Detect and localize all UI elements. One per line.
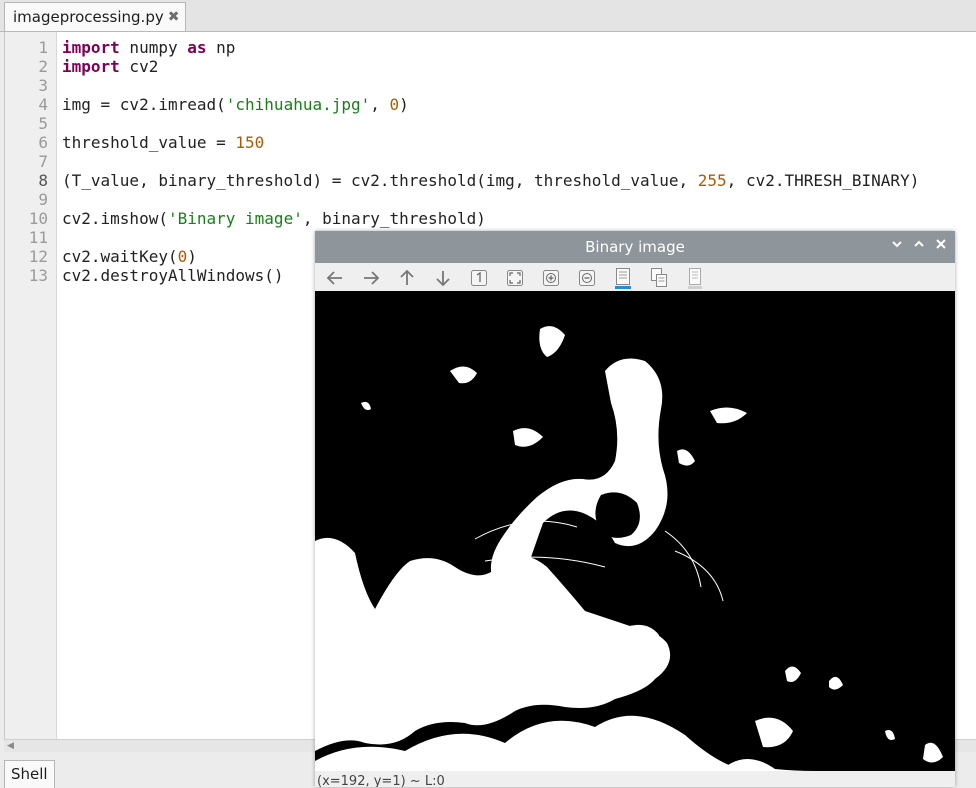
code-token: ) [187, 247, 197, 266]
line-number: 8 [38, 171, 48, 190]
code-line[interactable]: (T_value, binary_threshold) = cv2.thresh… [62, 171, 919, 190]
arrow-down-icon[interactable] [432, 267, 454, 289]
code-token: 255 [697, 171, 727, 190]
zoom-fit-icon[interactable] [468, 267, 490, 289]
arrow-left-icon[interactable] [324, 267, 346, 289]
code-token: 'Binary image' [167, 209, 303, 228]
code-token: img = cv2.imread( [62, 95, 226, 114]
code-token: np [206, 38, 236, 57]
window-title: Binary image [585, 238, 685, 256]
line-number: 2 [38, 57, 48, 76]
binary-image-window[interactable]: Binary image (x=192, y=1) ~ L:0 [315, 231, 955, 787]
line-number-gutter: 1 2 3 4 5 6 7 8 9 10 11 12 13 [5, 32, 57, 739]
code-token: import [62, 57, 120, 76]
maximize-icon[interactable] [911, 238, 927, 254]
code-token: cv2 [119, 57, 159, 76]
code-token: 150 [235, 133, 265, 152]
minimize-icon[interactable] [889, 238, 905, 254]
line-number: 13 [28, 266, 48, 285]
code-line[interactable]: cv2.imshow('Binary image', binary_thresh… [62, 209, 486, 228]
line-number: 11 [28, 228, 48, 247]
code-token: , [370, 95, 390, 114]
line-number: 9 [38, 190, 48, 209]
close-tab-icon[interactable]: ✖ [168, 9, 180, 25]
code-token: as [187, 38, 207, 57]
image-toolbar [315, 263, 955, 291]
line-number: 3 [38, 76, 48, 95]
line-number: 7 [38, 152, 48, 171]
code-token: , cv2.THRESH_BINARY) [726, 171, 920, 190]
zoom-original-icon[interactable] [504, 267, 526, 289]
shell-tab[interactable]: Shell [4, 760, 55, 788]
line-number: 5 [38, 114, 48, 133]
code-token: , binary_threshold) [302, 209, 486, 228]
arrow-up-icon[interactable] [396, 267, 418, 289]
code-token: threshold_value = [62, 133, 236, 152]
window-titlebar[interactable]: Binary image [315, 231, 955, 263]
code-line[interactable]: img = cv2.imread('chihuahua.jpg', 0) [62, 95, 409, 114]
image-status-bar: (x=192, y=1) ~ L:0 [315, 771, 955, 787]
zoom-in-icon[interactable] [540, 267, 562, 289]
line-number: 12 [28, 247, 48, 266]
binary-image-canvas[interactable] [315, 291, 955, 771]
zoom-out-icon[interactable] [576, 267, 598, 289]
arrow-right-icon[interactable] [360, 267, 382, 289]
binary-image-picture [315, 291, 955, 771]
line-number: 6 [38, 133, 48, 152]
code-line[interactable]: cv2.destroyAllWindows() [62, 266, 284, 285]
code-line[interactable]: import cv2 [62, 57, 158, 76]
editor-tab-imageprocessing[interactable]: imageprocessing.py ✖ [4, 2, 187, 31]
code-token: numpy [119, 38, 188, 57]
line-number: 1 [38, 38, 48, 57]
editor-tab-bar: imageprocessing.py ✖ [0, 0, 976, 32]
scroll-left-icon[interactable]: ◀ [7, 740, 14, 752]
code-token: 0 [389, 95, 400, 114]
properties-icon[interactable] [684, 267, 706, 289]
editor-tab-label: imageprocessing.py [13, 8, 164, 26]
code-token: (T_value, binary_threshold) = cv2.thresh… [62, 171, 698, 190]
line-number: 10 [28, 209, 48, 228]
copy-image-icon[interactable] [648, 267, 670, 289]
code-token: cv2.imshow( [62, 209, 168, 228]
code-line[interactable]: import numpy as np [62, 38, 235, 57]
code-line[interactable]: cv2.waitKey(0) [62, 247, 197, 266]
code-line[interactable]: threshold_value = 150 [62, 133, 264, 152]
code-token: import [62, 38, 120, 57]
line-number: 4 [38, 95, 48, 114]
code-token: cv2.waitKey( [62, 247, 178, 266]
save-image-icon[interactable] [612, 267, 634, 289]
close-window-icon[interactable] [933, 238, 949, 254]
pixel-readout: (x=192, y=1) ~ L:0 [317, 774, 445, 787]
code-token: cv2.destroyAllWindows() [62, 266, 284, 285]
code-token: ) [399, 95, 409, 114]
code-token: 0 [177, 247, 188, 266]
code-token: 'chihuahua.jpg' [225, 95, 371, 114]
